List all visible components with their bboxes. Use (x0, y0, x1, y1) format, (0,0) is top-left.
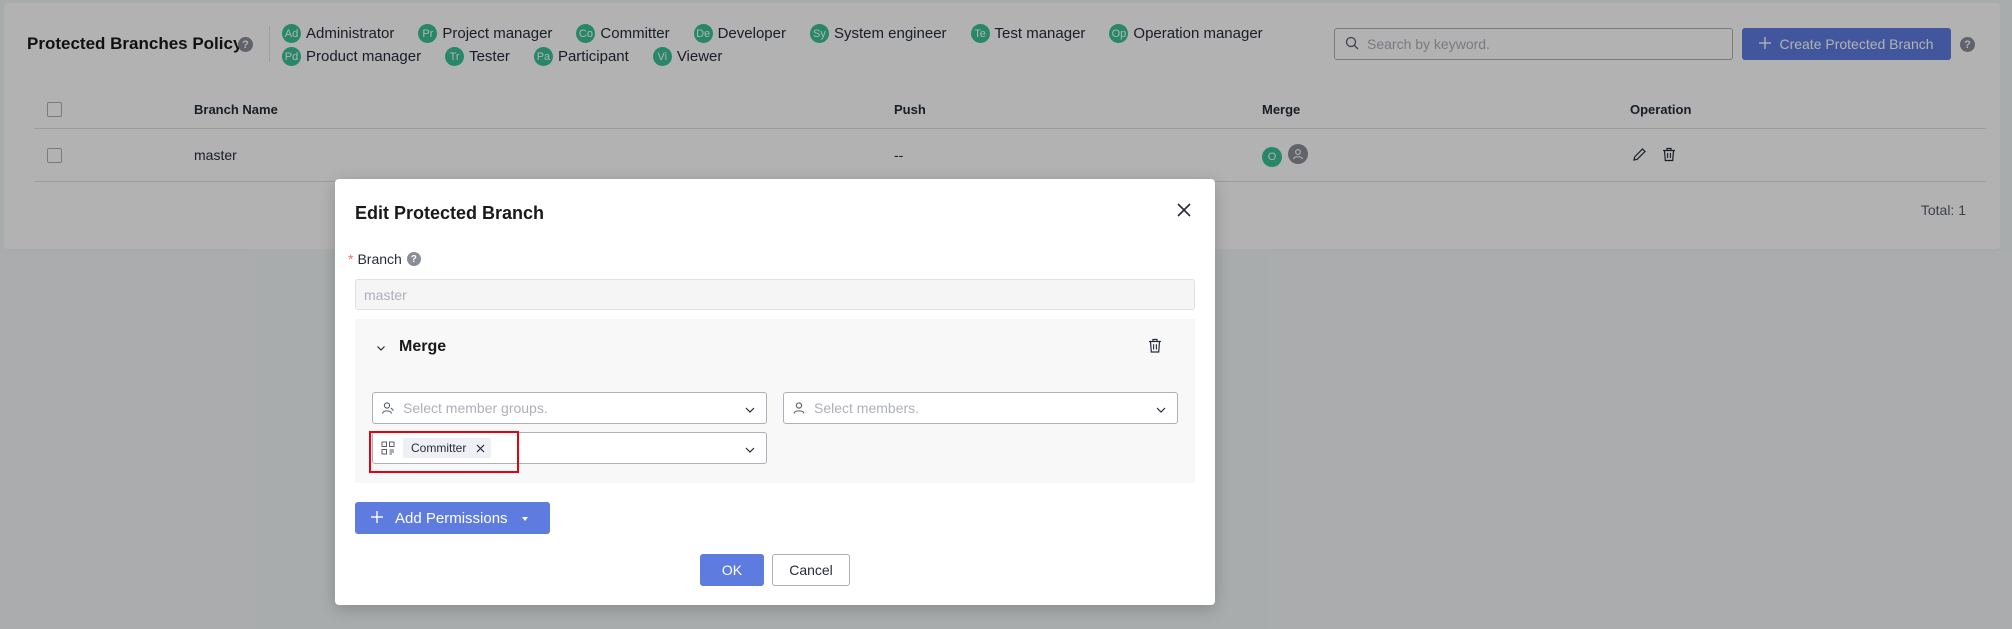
branch-label-text: Branch (357, 251, 402, 267)
help-icon[interactable]: ? (406, 252, 421, 266)
close-icon[interactable] (1173, 199, 1195, 221)
caret-down-icon (520, 510, 530, 527)
member-groups-select[interactable]: Select member groups. (372, 392, 767, 424)
permission-header[interactable]: Merge (355, 319, 1195, 375)
permission-name: Merge (399, 338, 447, 355)
member-group-icon (381, 401, 395, 415)
member-groups-placeholder: Select member groups. (403, 400, 548, 416)
ok-button[interactable]: OK (700, 554, 764, 586)
dialog-title: Edit Protected Branch (355, 203, 545, 223)
branch-field[interactable]: master (355, 279, 1195, 310)
add-permissions-label: Add Permissions (395, 509, 508, 527)
edit-protected-branch-dialog: Edit Protected Branch * Branch ? master … (335, 179, 1215, 605)
branch-field-label: * Branch ? (348, 251, 421, 267)
delete-icon[interactable] (1148, 338, 1162, 357)
members-select[interactable]: Select members. (783, 392, 1178, 424)
cancel-button[interactable]: Cancel (772, 554, 850, 586)
chevron-down-icon (744, 443, 756, 459)
chevron-down-icon (744, 403, 756, 419)
chevron-down-icon (1155, 403, 1167, 419)
required-mark: * (348, 251, 354, 267)
plus-icon (371, 510, 383, 527)
add-permissions-button[interactable]: Add Permissions (355, 502, 550, 534)
highlight-box (369, 431, 519, 473)
members-placeholder: Select members. (814, 400, 920, 416)
chevron-down-icon[interactable] (375, 341, 387, 353)
user-icon (792, 401, 806, 415)
